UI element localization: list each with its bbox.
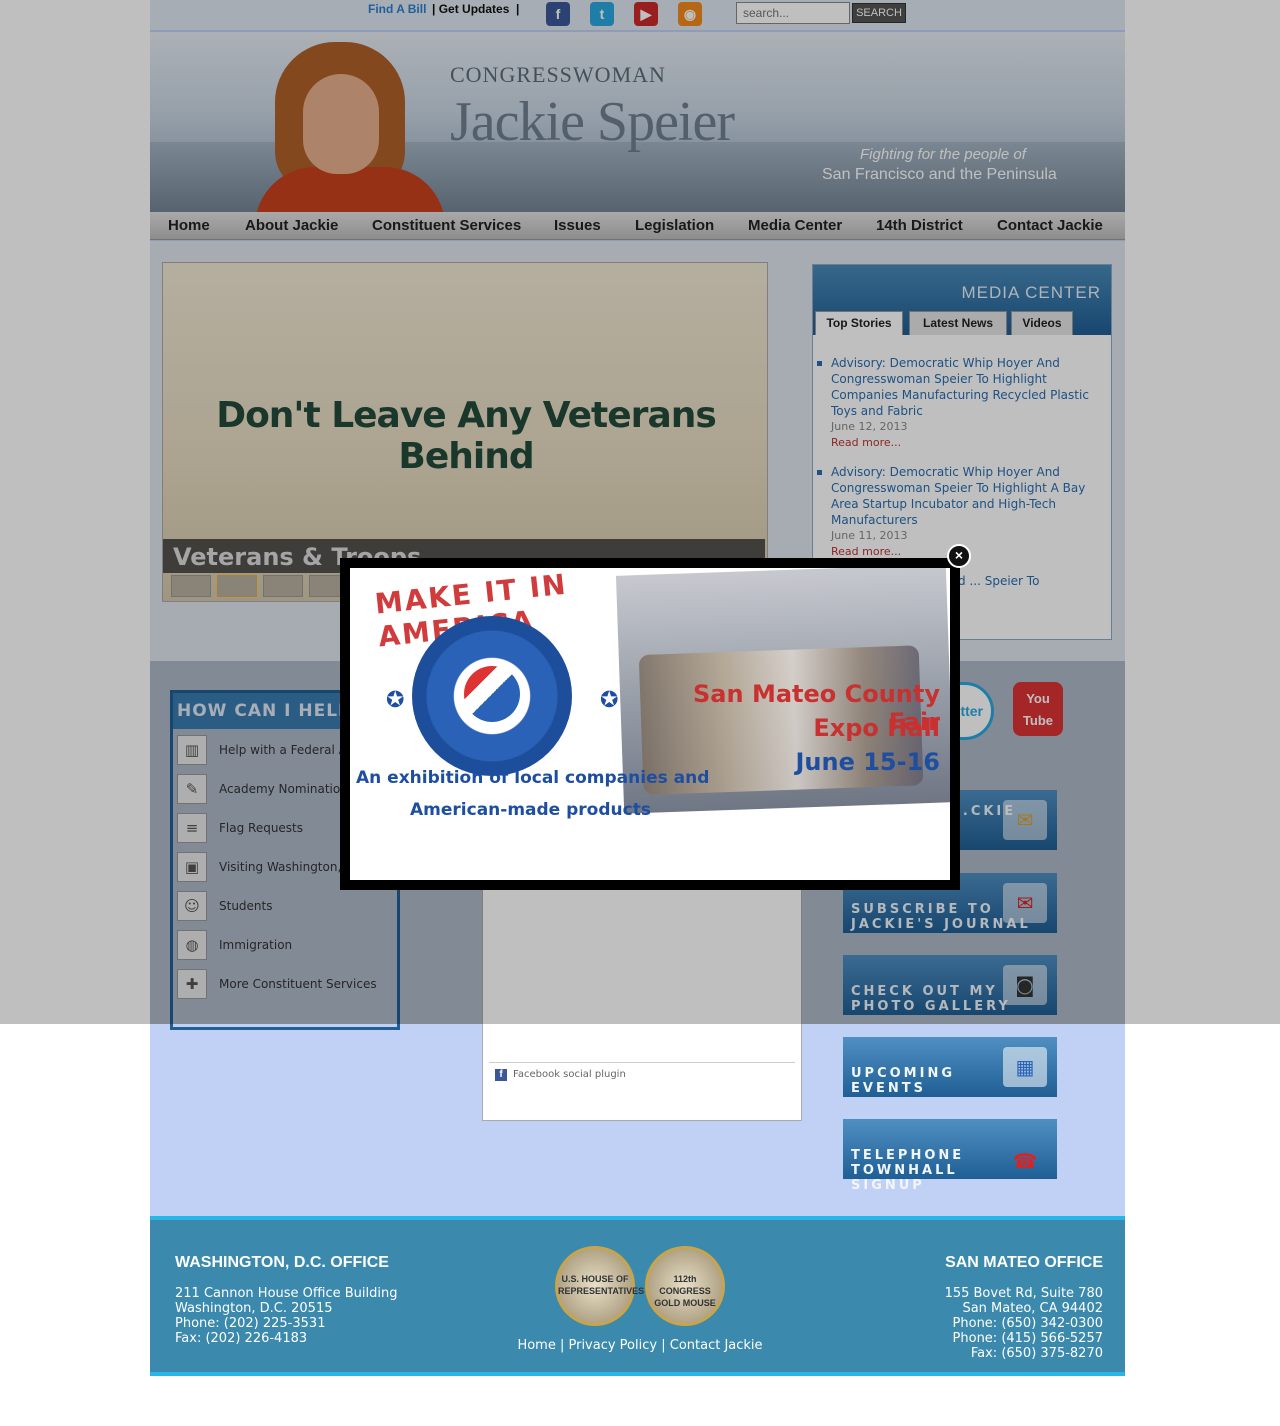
calendar-icon: ▦ — [1003, 1047, 1047, 1087]
footer-links: Home | Privacy Policy | Contact Jackie — [517, 1338, 763, 1353]
dc-office-line: Phone: (202) 225-3531 — [175, 1316, 326, 1331]
fair-venue: Expo Hall — [813, 714, 940, 742]
san-mateo-office-title: SAN MATEO OFFICE — [945, 1254, 1103, 1271]
san-mateo-office-line: Phone: (650) 342-0300 — [952, 1316, 1103, 1331]
dc-office-title: WASHINGTON, D.C. OFFICE — [175, 1254, 389, 1271]
telephone-townhall-label: TELEPHONE TOWNHALL SIGNUP — [851, 1148, 965, 1193]
close-icon[interactable]: × — [947, 544, 971, 568]
divider — [489, 1062, 795, 1063]
promo-image[interactable]: MAKE IT IN AMERICA ✪ ✪ San Mateo County … — [350, 568, 950, 880]
san-mateo-office-line: Phone: (415) 566-5257 — [952, 1331, 1103, 1346]
san-mateo-office-line: San Mateo, CA 94402 — [962, 1301, 1103, 1316]
exhibition-text: An exhibition of local companies and — [356, 768, 710, 788]
san-mateo-office-line: 155 Bovet Rd, Suite 780 — [944, 1286, 1103, 1301]
gold-mouse-seal: 112th CONGRESS GOLD MOUSE — [645, 1246, 725, 1326]
facebook-icon: f — [495, 1069, 507, 1081]
telephone-icon: ☎ — [1012, 1149, 1038, 1173]
star-icon: ✪ — [600, 688, 619, 713]
promo-modal: MAKE IT IN AMERICA ✪ ✪ San Mateo County … — [340, 558, 960, 890]
gear-icon — [412, 616, 572, 776]
footer: WASHINGTON, D.C. OFFICE 211 Cannon House… — [150, 1216, 1125, 1376]
star-icon: ✪ — [386, 688, 405, 713]
footer-link-privacy[interactable]: Privacy Policy — [568, 1338, 657, 1353]
dc-office-line: Fax: (202) 226-4183 — [175, 1331, 308, 1346]
exhibition-text: American-made products — [410, 800, 651, 820]
san-mateo-office-line: Fax: (650) 375-8270 — [970, 1346, 1103, 1361]
dc-office-line: 211 Cannon House Office Building — [175, 1286, 398, 1301]
dc-office-line: Washington, D.C. 20515 — [175, 1301, 333, 1316]
upcoming-events-label: UPCOMING EVENTS — [851, 1066, 955, 1096]
facebook-plugin-label[interactable]: Facebook social plugin — [513, 1069, 626, 1080]
page: Find A Bill | Get Updates | f t ▶ ◉ SEAR… — [0, 0, 1280, 1426]
house-seal: U.S. HOUSE OF REPRESENTATIVES — [555, 1246, 644, 1326]
footer-link-contact[interactable]: Contact Jackie — [670, 1338, 763, 1353]
flag-globe-icon — [464, 666, 520, 722]
telephone-townhall-button[interactable]: TELEPHONE TOWNHALL SIGNUP ☎ — [843, 1119, 1057, 1193]
footer-link-home[interactable]: Home — [517, 1338, 555, 1353]
upcoming-events-button[interactable]: UPCOMING EVENTS ▦ — [843, 1037, 1057, 1097]
